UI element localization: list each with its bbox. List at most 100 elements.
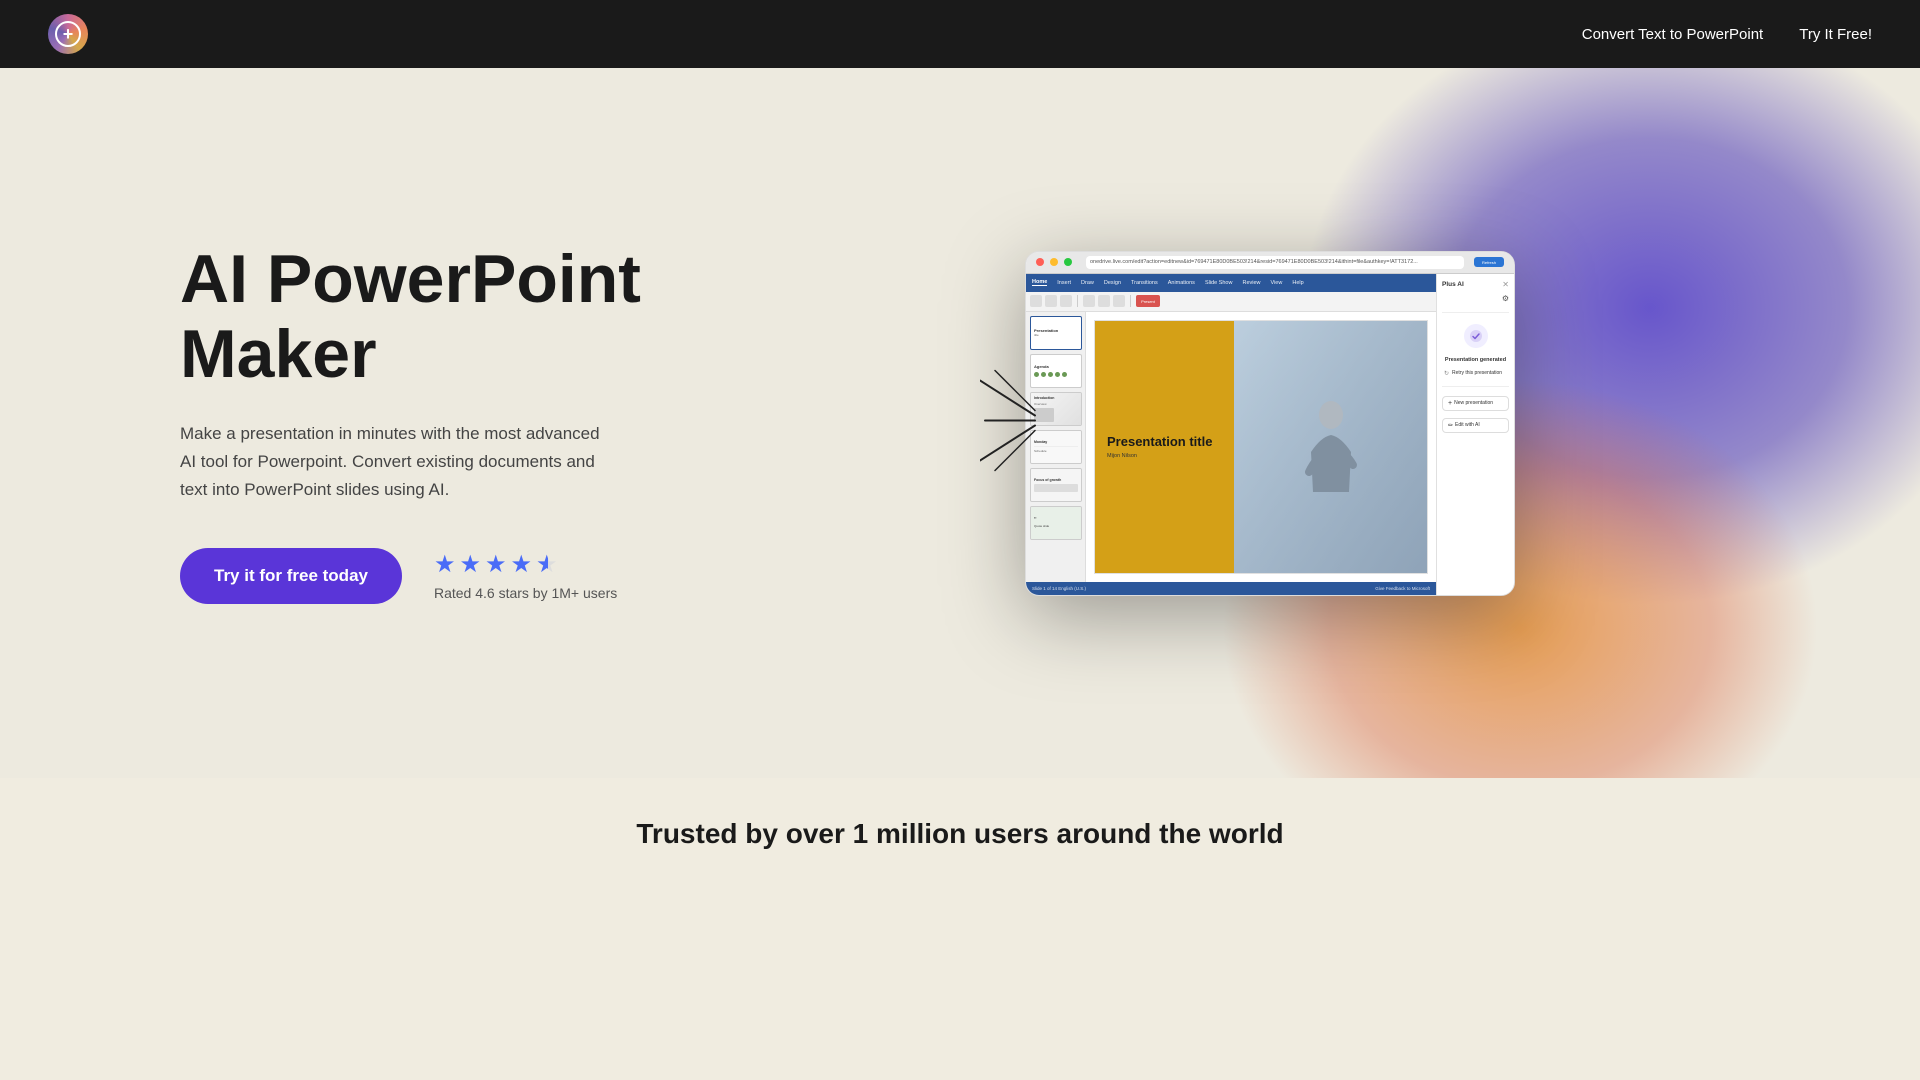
- hero-content: AI PowerPoint Maker Make a presentation …: [0, 162, 680, 684]
- slide-thumb-6-text: Quote slide: [1034, 524, 1078, 528]
- tool-btn-5: [1098, 295, 1110, 307]
- hero-actions: Try it for free today ★ ★ ★ ★ ★★ Rated 4…: [180, 548, 680, 604]
- convert-text-nav-link[interactable]: Convert Text to PowerPoint: [1582, 26, 1763, 43]
- main-slide: Presentation title Mijon Nilson: [1094, 320, 1428, 574]
- slide-thumb-6: " Quote slide: [1030, 506, 1082, 540]
- ai-success-icon: [1464, 324, 1488, 348]
- slide-thumb-4-title: Monday: [1034, 440, 1078, 444]
- ai-retry-row: ↻ Retry this presentation: [1442, 368, 1509, 379]
- person-silhouette: [1301, 397, 1361, 497]
- slide-thumb-6-content: " Quote slide: [1031, 507, 1081, 539]
- edit-ai-btn[interactable]: ✏ Edit with AI: [1442, 418, 1509, 433]
- plus-ai-close-btn[interactable]: ✕: [1502, 280, 1509, 289]
- slide-right-img: [1234, 321, 1427, 573]
- slide-img-overlay: [1234, 321, 1427, 573]
- hero-section: AI PowerPoint Maker Make a presentation …: [0, 68, 1920, 778]
- ribbon-tab-transitions: Transitions: [1131, 280, 1158, 286]
- new-presentation-label: New presentation: [1454, 400, 1493, 406]
- plus-ai-title: Plus AI: [1442, 281, 1464, 288]
- ribbon-tab-animations: Animations: [1168, 280, 1195, 286]
- url-text: onedrive.live.com/edit?action=editnew&id…: [1090, 259, 1418, 265]
- tool-btn-1: [1030, 295, 1042, 307]
- slide-thumb-2-title: Agenda: [1034, 364, 1078, 369]
- star-2: ★: [460, 550, 482, 579]
- star-half: ★★: [536, 550, 558, 579]
- ribbon-tab-view: View: [1271, 280, 1283, 286]
- update-btn: Refresh: [1474, 257, 1504, 267]
- tool-btn-2: [1045, 295, 1057, 307]
- slide-main-title: Presentation title: [1107, 434, 1222, 450]
- plus-ai-panel: Plus AI ✕ ⚙ Presentati: [1436, 274, 1514, 595]
- slide-author: Mijon Nilson: [1107, 453, 1222, 459]
- checkmark-circle-icon: [1469, 329, 1483, 343]
- ribbon-tab-slideshow: Slide Show: [1205, 280, 1233, 286]
- rating-text: Rated 4.6 stars by 1M+ users: [434, 585, 617, 601]
- tool-btn-6: [1113, 295, 1125, 307]
- logo-icon: [48, 14, 88, 54]
- dot-red: [1036, 258, 1044, 266]
- present-btn: Present: [1136, 295, 1160, 307]
- hero-title: AI PowerPoint Maker: [180, 242, 680, 392]
- panel-divider: [1442, 312, 1509, 313]
- dot-yellow: [1050, 258, 1058, 266]
- dot-c: [1048, 372, 1053, 377]
- slide-thumb-1-content: Presentation title: [1031, 317, 1081, 349]
- ppt-statusbar: Slide 1 of 14 English (U.S.) Give Feedba…: [1026, 582, 1436, 595]
- ai-success-text: Presentation generated: [1442, 357, 1509, 363]
- dot-b: [1041, 372, 1046, 377]
- settings-icon: ⚙: [1502, 294, 1509, 303]
- plus-icon: +: [1448, 400, 1452, 407]
- stars-display: ★ ★ ★ ★ ★★: [434, 550, 617, 579]
- navbar-logo-area: [48, 14, 88, 54]
- tool-btn-3: [1060, 295, 1072, 307]
- slide-thumb-5-img: [1034, 484, 1078, 492]
- navbar: Convert Text to PowerPoint Try It Free!: [0, 0, 1920, 68]
- new-presentation-btn[interactable]: + New presentation: [1442, 396, 1509, 411]
- slide-thumb-6-quote: ": [1034, 517, 1078, 524]
- toolbar-divider-2: [1130, 295, 1131, 307]
- hero-image-area: onedrive.live.com/edit?action=editnew&id…: [680, 251, 1920, 596]
- slide-thumb-5-title: Focus of growth: [1034, 478, 1078, 482]
- dot-green: [1064, 258, 1072, 266]
- status-text-left: Slide 1 of 14 English (U.S.): [1032, 586, 1086, 591]
- status-text-right: Give Feedback to Microsoft: [1375, 586, 1430, 591]
- ribbon-tab-design: Design: [1104, 280, 1121, 286]
- hero-title-line2: Maker: [180, 316, 377, 392]
- browser-body: Home Insert Draw Design Transitions Anim…: [1026, 274, 1514, 595]
- retry-text[interactable]: Retry this presentation: [1452, 370, 1502, 376]
- shine-rays: [980, 361, 1040, 486]
- ribbon-tab-insert: Insert: [1057, 280, 1071, 286]
- navbar-right: Convert Text to PowerPoint Try It Free!: [1582, 26, 1872, 43]
- ppt-ribbon: Home Insert Draw Design Transitions Anim…: [1026, 274, 1436, 292]
- slide-thumb-2-dots: [1034, 372, 1078, 377]
- ribbon-tab-draw: Draw: [1081, 280, 1094, 286]
- panel-divider-2: [1442, 386, 1509, 387]
- plus-ai-settings-row: ⚙: [1442, 294, 1509, 303]
- ppt-toolbar: Present: [1026, 292, 1436, 312]
- ribbon-tab-review: Review: [1242, 280, 1260, 286]
- trusted-section: Trusted by over 1 million users around t…: [0, 778, 1920, 890]
- edit-ai-label: Edit with AI: [1455, 422, 1480, 428]
- hero-title-line1: AI PowerPoint: [180, 241, 641, 317]
- slide-thumb-3-text: Overview: [1034, 402, 1078, 406]
- slide-thumb-1-subtitle: title: [1034, 333, 1078, 337]
- tool-btn-4: [1083, 295, 1095, 307]
- hero-cta-button[interactable]: Try it for free today: [180, 548, 402, 604]
- ribbon-tab-help: Help: [1292, 280, 1303, 286]
- try-free-nav-button[interactable]: Try It Free!: [1799, 26, 1872, 43]
- slide-thumb-3-title: Introduction: [1034, 396, 1078, 400]
- hero-subtitle: Make a presentation in minutes with the …: [180, 420, 610, 504]
- retry-icon: ↻: [1444, 370, 1449, 377]
- dot-e: [1062, 372, 1067, 377]
- slide-left-content: Presentation title Mijon Nilson: [1095, 321, 1234, 573]
- logo-inner: [55, 21, 81, 47]
- plus-ai-header-row: Plus AI ✕: [1442, 280, 1509, 289]
- ppt-area: Home Insert Draw Design Transitions Anim…: [1026, 274, 1436, 595]
- dot-d: [1055, 372, 1060, 377]
- browser-mockup: onedrive.live.com/edit?action=editnew&id…: [1025, 251, 1515, 596]
- slide-canvas: Presentation title Mijon Nilson: [1086, 312, 1436, 582]
- trusted-title: Trusted by over 1 million users around t…: [0, 818, 1920, 850]
- star-4: ★: [511, 550, 533, 579]
- edit-icon: ✏: [1448, 422, 1453, 429]
- slide-thumb-4-divider: [1034, 446, 1078, 447]
